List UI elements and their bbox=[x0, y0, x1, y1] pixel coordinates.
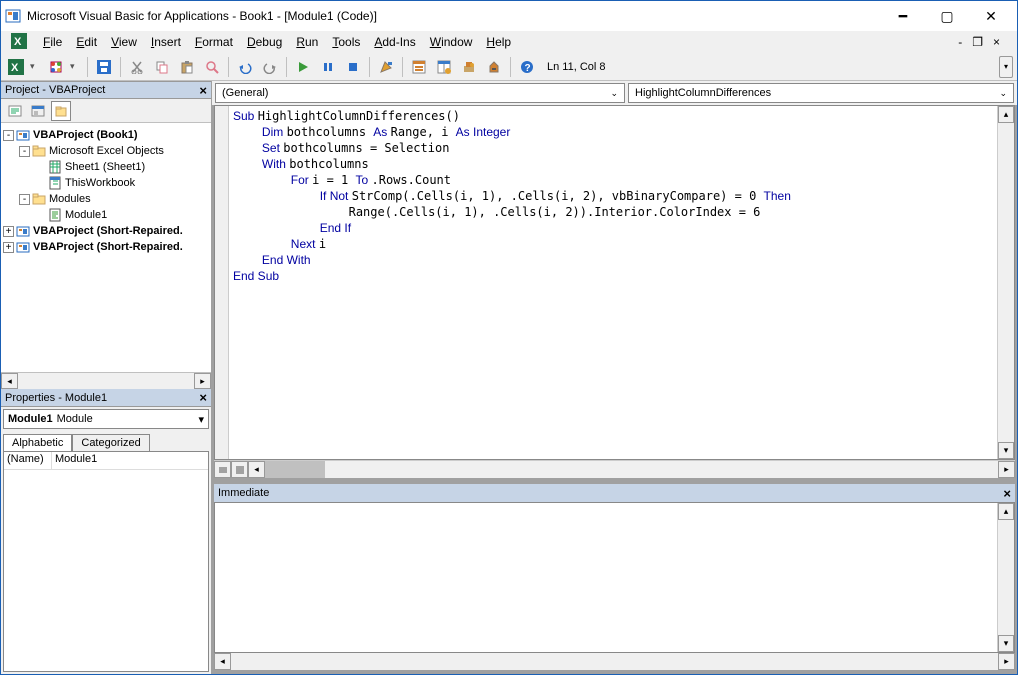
immediate-title: Immediate bbox=[218, 487, 269, 499]
tree-node[interactable]: -Microsoft Excel Objects bbox=[3, 143, 209, 159]
procedure-combo[interactable]: HighlightColumnDifferences⌄ bbox=[628, 83, 1014, 103]
cut-icon[interactable] bbox=[126, 56, 148, 78]
immediate-vscrollbar[interactable]: ▴▾ bbox=[997, 503, 1014, 652]
minimize-button[interactable]: ━ bbox=[881, 1, 925, 31]
find-icon[interactable] bbox=[201, 56, 223, 78]
code-hscrollbar[interactable]: ◂ ▸ bbox=[214, 460, 1015, 478]
chevron-down-icon: ▾ bbox=[198, 413, 204, 426]
object-combo[interactable]: (General)⌄ bbox=[215, 83, 625, 103]
properties-window-icon[interactable] bbox=[433, 56, 455, 78]
toolbox-icon[interactable] bbox=[483, 56, 505, 78]
standard-toolbar: X ▾ ▾ ? Ln 11, Col 8 ▾ bbox=[1, 53, 1017, 81]
menu-run[interactable]: Run bbox=[290, 34, 324, 50]
code-vscrollbar[interactable]: ▴ ▾ bbox=[997, 106, 1014, 459]
toggle-folders-icon[interactable] bbox=[51, 101, 71, 121]
svg-text:X: X bbox=[14, 36, 22, 48]
cursor-position: Ln 11, Col 8 bbox=[547, 61, 606, 73]
mdi-close-button[interactable]: × bbox=[990, 35, 1003, 49]
window-title: Microsoft Visual Basic for Applications … bbox=[27, 9, 881, 23]
tree-node[interactable]: -VBAProject (Book1) bbox=[3, 127, 209, 143]
excel-icon[interactable]: X bbox=[11, 33, 29, 51]
mdi-minimize-button[interactable]: - bbox=[955, 35, 965, 49]
undo-icon[interactable] bbox=[234, 56, 256, 78]
scroll-down-icon[interactable]: ▾ bbox=[998, 442, 1014, 459]
save-icon[interactable] bbox=[93, 56, 115, 78]
app-icon bbox=[5, 8, 21, 24]
menu-debug[interactable]: Debug bbox=[241, 34, 288, 50]
project-explorer-title: Project - VBAProject bbox=[5, 84, 105, 96]
properties-object-combo[interactable]: Module1Module ▾ bbox=[3, 409, 209, 429]
svg-text:?: ? bbox=[525, 63, 531, 74]
menu-add-ins[interactable]: Add-Ins bbox=[368, 34, 421, 50]
menu-help[interactable]: Help bbox=[480, 34, 517, 50]
tab-alphabetic[interactable]: Alphabetic bbox=[3, 434, 72, 451]
object-browser-icon[interactable] bbox=[458, 56, 480, 78]
close-button[interactable]: ✕ bbox=[969, 1, 1013, 31]
tree-node[interactable]: -Modules bbox=[3, 191, 209, 207]
menu-window[interactable]: Window bbox=[424, 34, 479, 50]
immediate-header: Immediate × bbox=[214, 484, 1015, 502]
svg-text:X: X bbox=[11, 62, 19, 74]
scroll-left-icon[interactable]: ◂ bbox=[248, 461, 265, 478]
reset-icon[interactable] bbox=[342, 56, 364, 78]
properties-grid[interactable]: (Name) Module1 bbox=[3, 451, 209, 672]
toolbar-overflow-button[interactable]: ▾ bbox=[999, 56, 1013, 78]
menu-tools[interactable]: Tools bbox=[326, 34, 366, 50]
menu-format[interactable]: Format bbox=[189, 34, 239, 50]
code-margin bbox=[215, 106, 229, 459]
help-icon[interactable]: ? bbox=[516, 56, 538, 78]
tree-node[interactable]: +VBAProject (Short-Repaired. bbox=[3, 239, 209, 255]
mdi-controls: - ❐ × bbox=[955, 35, 1007, 49]
mdi-restore-button[interactable]: ❐ bbox=[969, 35, 986, 49]
code-editor[interactable]: Sub HighlightColumnDifferences() Dim bot… bbox=[214, 105, 1015, 460]
view-object-icon[interactable] bbox=[28, 101, 48, 121]
project-explorer-close-button[interactable]: × bbox=[199, 83, 207, 98]
maximize-button[interactable]: ▢ bbox=[925, 1, 969, 31]
menu-insert[interactable]: Insert bbox=[145, 34, 187, 50]
scroll-right-icon[interactable]: ▸ bbox=[998, 461, 1015, 478]
tree-node[interactable]: Sheet1 (Sheet1) bbox=[3, 159, 209, 175]
insert-module-icon[interactable] bbox=[45, 56, 67, 78]
properties-header: Properties - Module1 × bbox=[1, 389, 211, 407]
tree-node[interactable]: ThisWorkbook bbox=[3, 175, 209, 191]
run-icon[interactable] bbox=[292, 56, 314, 78]
tab-categorized[interactable]: Categorized bbox=[72, 434, 149, 451]
project-explorer-toolbar bbox=[1, 99, 211, 123]
immediate-close-button[interactable]: × bbox=[1003, 486, 1011, 501]
procedure-view-button[interactable] bbox=[214, 461, 231, 478]
copy-icon[interactable] bbox=[151, 56, 173, 78]
titlebar: Microsoft Visual Basic for Applications … bbox=[1, 1, 1017, 31]
properties-close-button[interactable]: × bbox=[199, 390, 207, 405]
project-explorer-icon[interactable] bbox=[408, 56, 430, 78]
full-module-view-button[interactable] bbox=[231, 461, 248, 478]
project-tree[interactable]: -VBAProject (Book1)-Microsoft Excel Obje… bbox=[1, 123, 211, 372]
menu-view[interactable]: View bbox=[105, 34, 143, 50]
redo-icon[interactable] bbox=[259, 56, 281, 78]
chevron-down-icon: ⌄ bbox=[999, 88, 1007, 99]
property-row: (Name) Module1 bbox=[4, 452, 208, 470]
immediate-hscrollbar[interactable]: ◂▸ bbox=[214, 653, 1015, 670]
project-hscrollbar[interactable]: ◂▸ bbox=[1, 372, 211, 389]
paste-icon[interactable] bbox=[176, 56, 198, 78]
menu-file[interactable]: File bbox=[37, 34, 68, 50]
immediate-window[interactable]: ▴▾ bbox=[214, 502, 1015, 653]
properties-title: Properties - Module1 bbox=[5, 392, 107, 404]
project-explorer-header: Project - VBAProject × bbox=[1, 81, 211, 99]
break-icon[interactable] bbox=[317, 56, 339, 78]
menubar: X FileEditViewInsertFormatDebugRunToolsA… bbox=[1, 31, 1017, 53]
design-mode-icon[interactable] bbox=[375, 56, 397, 78]
menu-edit[interactable]: Edit bbox=[70, 34, 103, 50]
view-excel-icon[interactable]: X bbox=[5, 56, 27, 78]
tree-node[interactable]: +VBAProject (Short-Repaired. bbox=[3, 223, 209, 239]
view-code-icon[interactable] bbox=[5, 101, 25, 121]
chevron-down-icon: ⌄ bbox=[610, 88, 618, 99]
tree-node[interactable]: Module1 bbox=[3, 207, 209, 223]
scroll-up-icon[interactable]: ▴ bbox=[998, 106, 1014, 123]
